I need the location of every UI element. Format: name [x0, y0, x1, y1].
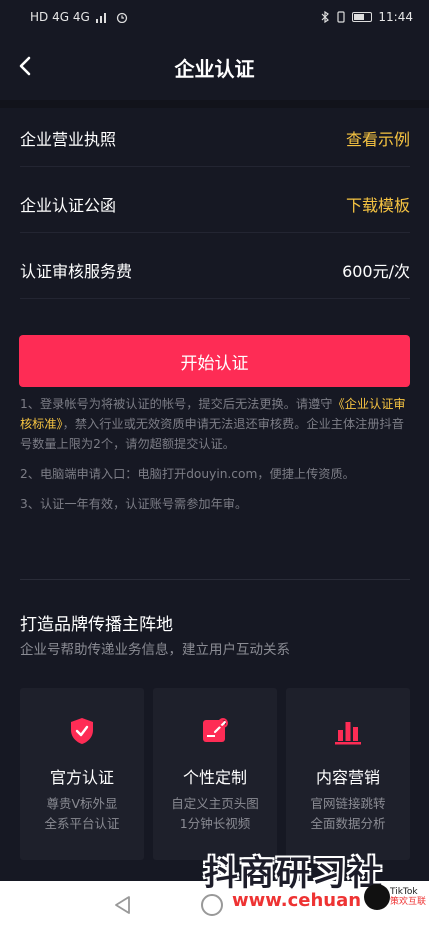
edit-card-icon — [203, 718, 228, 742]
service-fee-value: 600元/次 — [342, 261, 410, 281]
card-title: 个性定制 — [182, 768, 247, 787]
alarm-icon — [116, 12, 127, 23]
back-arrow-icon[interactable] — [14, 54, 38, 78]
download-template-link[interactable]: 下载模板 — [346, 192, 410, 216]
watermark-text: 抖商研习社 — [204, 854, 384, 894]
note-3: 3、认证一年有效，认证账号需参加年审。 — [20, 497, 248, 511]
service-fee-row: 认证审核服务费 600元/次 — [20, 241, 410, 299]
header-separator — [0, 100, 429, 108]
status-left: HD 4G 4G — [30, 10, 128, 24]
feature-card-custom: 个性定制 自定义主页头图 1分钟长视频 — [153, 688, 277, 860]
feature-card-official: 官方认证 尊贵V标外显 全系平台认证 — [20, 688, 144, 860]
certification-letter-row[interactable]: 企业认证公函 下载模板 — [20, 175, 410, 233]
notes: 1、登录帐号为将被认证的帐号，提交后无法更换。请遵守《企业认证审核标准》，禁入行… — [20, 394, 412, 524]
feature-card-marketing: 内容营销 官网链接跳转 全面数据分析 — [286, 688, 410, 860]
clock: 11:44 — [378, 10, 413, 24]
business-license-row[interactable]: 企业营业执照 查看示例 — [20, 109, 410, 167]
note-2: 2、电脑端申请入口：电脑打开douyin.com，便捷上传资质。 — [20, 467, 355, 481]
signal-icon — [95, 13, 106, 23]
status-right: 11:44 — [320, 10, 413, 24]
card-title: 内容营销 — [315, 768, 380, 787]
card-desc: 尊贵V标外显 全系平台认证 — [44, 796, 120, 831]
bluetooth-icon — [321, 11, 330, 23]
section-subtitle: 企业号帮助传递业务信息，建立用户互动关系 — [20, 642, 290, 658]
vibrate-icon — [337, 11, 346, 23]
start-certification-button[interactable]: 开始认证 — [19, 335, 410, 387]
nav-bar: 企业认证 — [0, 34, 429, 100]
tiktok-logo-icon — [364, 884, 390, 910]
watermark-tiktok: TikTok 策欢互联 — [390, 887, 427, 907]
nav-home-icon[interactable] — [201, 894, 223, 916]
view-example-link[interactable]: 查看示例 — [346, 126, 410, 150]
row-label: 企业认证公函 — [20, 195, 117, 215]
nav-back-icon[interactable] — [113, 895, 133, 915]
shield-check-icon — [71, 718, 93, 744]
watermark-url: www.cehuan — [232, 890, 362, 911]
status-bar: HD 4G 4G 11:44 — [0, 0, 429, 34]
row-label: 企业营业执照 — [20, 129, 117, 149]
section-title: 打造品牌传播主阵地 — [20, 615, 173, 635]
row-label: 认证审核服务费 — [20, 261, 133, 281]
note-1: 1、登录帐号为将被认证的帐号，提交后无法更换。请遵守《企业认证审核标准》，禁入行… — [20, 397, 406, 451]
card-title: 官方认证 — [49, 768, 114, 787]
section-divider — [20, 579, 410, 580]
battery-icon — [352, 12, 373, 22]
card-desc: 官网链接跳转 全面数据分析 — [310, 796, 386, 831]
card-desc: 自定义主页头图 1分钟长视频 — [171, 796, 259, 831]
network-indicator: HD 4G 4G — [30, 10, 90, 24]
bar-chart-icon — [335, 722, 361, 745]
page-title: 企业认证 — [174, 56, 255, 81]
